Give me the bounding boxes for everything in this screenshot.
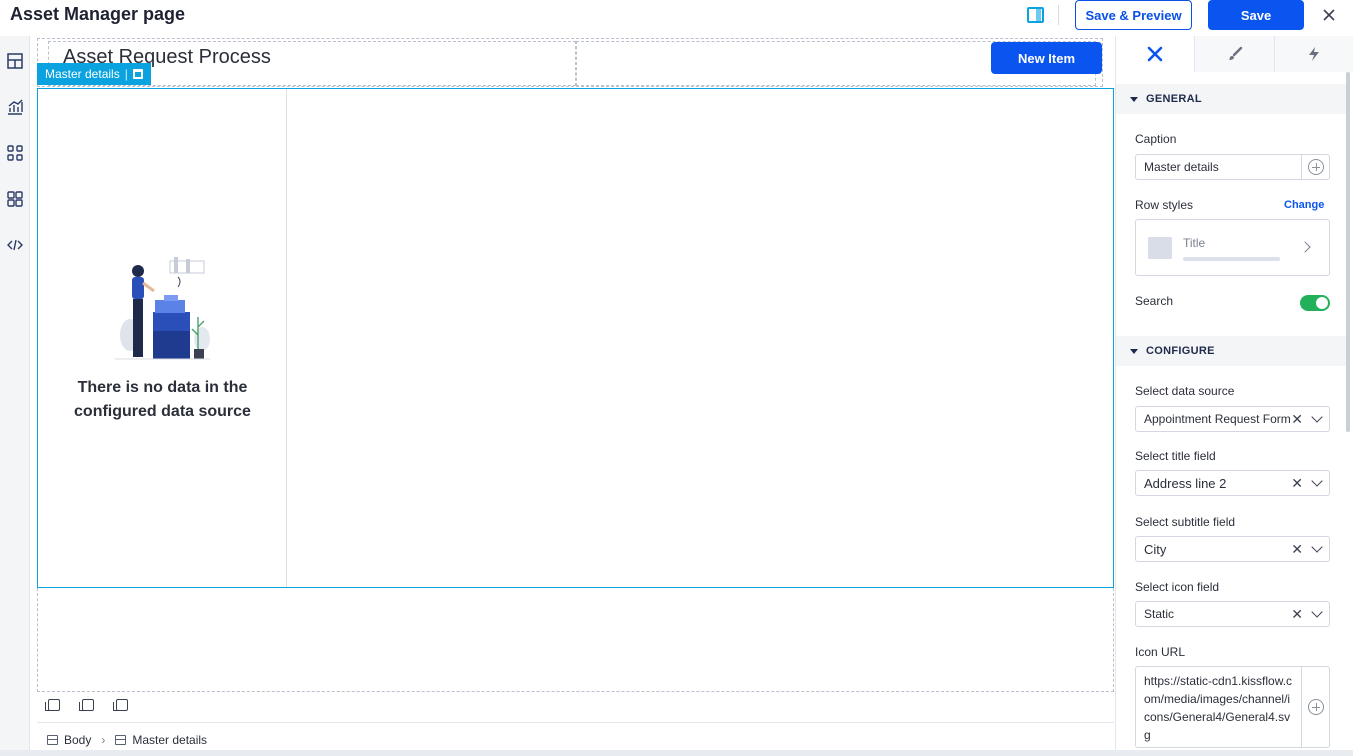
row-style-preview[interactable]: Title bbox=[1135, 219, 1330, 276]
new-item-button[interactable]: New Item bbox=[991, 42, 1102, 74]
delete-icon[interactable] bbox=[132, 69, 143, 79]
duplicate-icon[interactable] bbox=[45, 699, 60, 711]
icon-field-label: Select icon field bbox=[1135, 580, 1220, 594]
breadcrumb-master-details[interactable]: Master details bbox=[132, 733, 207, 747]
master-list-pane: There is no data in the configured data … bbox=[38, 89, 287, 587]
row-style-swatch bbox=[1148, 237, 1172, 259]
clear-icon[interactable]: ✕ bbox=[1291, 411, 1303, 428]
configure-section-title: CONFIGURE bbox=[1146, 345, 1215, 357]
master-details-tag-label: Master details bbox=[45, 67, 120, 81]
clear-icon[interactable]: ✕ bbox=[1291, 606, 1303, 623]
change-row-style-link[interactable]: Change bbox=[1284, 199, 1324, 211]
configure-section-header[interactable]: CONFIGURE bbox=[1116, 336, 1346, 366]
properties-panel: GENERAL Caption Master details Row style… bbox=[1115, 36, 1353, 756]
grid-icon[interactable] bbox=[6, 190, 24, 208]
search-label: Search bbox=[1135, 294, 1174, 308]
icon-field-value: Static bbox=[1144, 607, 1175, 621]
tag-separator: | bbox=[124, 67, 128, 81]
title-field-value: Address line 2 bbox=[1144, 475, 1227, 491]
icon-url-label: Icon URL bbox=[1135, 645, 1186, 659]
chevron-right-icon bbox=[1299, 241, 1311, 253]
panel-scrollbar[interactable] bbox=[1346, 72, 1350, 432]
tab-settings[interactable] bbox=[1116, 36, 1196, 72]
row-style-title: Title bbox=[1183, 236, 1206, 250]
brush-icon bbox=[1228, 46, 1242, 60]
title-field-select[interactable]: Address line 2 ✕ bbox=[1135, 470, 1330, 496]
breadcrumb-body[interactable]: Body bbox=[64, 733, 91, 747]
chevron-down-icon[interactable] bbox=[1311, 606, 1323, 618]
chevron-down-icon[interactable] bbox=[1311, 541, 1323, 553]
paste-icon[interactable] bbox=[113, 699, 128, 711]
left-rail bbox=[0, 36, 30, 756]
canvas-toolbar bbox=[45, 699, 128, 711]
components-icon[interactable] bbox=[6, 144, 24, 162]
plus-circle-icon bbox=[1307, 699, 1324, 715]
tab-events[interactable] bbox=[1274, 36, 1353, 72]
caption-value: Master details bbox=[1144, 160, 1219, 174]
master-details-tag[interactable]: Master details | bbox=[37, 63, 151, 85]
data-source-select[interactable]: Appointment Request Form ✕ bbox=[1135, 406, 1330, 432]
save-button[interactable]: Save bbox=[1208, 0, 1304, 30]
panel-tabs bbox=[1116, 36, 1353, 72]
tools-icon bbox=[1147, 46, 1163, 62]
search-toggle[interactable] bbox=[1300, 295, 1330, 311]
chart-icon[interactable] bbox=[6, 98, 24, 116]
chevron-down-icon[interactable] bbox=[1311, 475, 1323, 487]
caption-field[interactable]: Master details bbox=[1135, 154, 1330, 180]
horizontal-scrollbar[interactable] bbox=[0, 750, 1353, 756]
copy-icon[interactable] bbox=[79, 699, 94, 711]
clear-icon[interactable]: ✕ bbox=[1291, 475, 1303, 492]
close-icon[interactable] bbox=[1321, 7, 1337, 23]
master-details-icon bbox=[115, 734, 127, 745]
icon-url-value: https://static-cdn1.kissflow.com/media/i… bbox=[1144, 674, 1293, 742]
layout-panel-icon[interactable] bbox=[1027, 7, 1044, 23]
page-title: Asset Manager page bbox=[10, 4, 186, 24]
code-icon[interactable] bbox=[6, 236, 24, 254]
general-section-title: GENERAL bbox=[1146, 93, 1202, 105]
caret-down-icon bbox=[1130, 348, 1138, 354]
row-styles-label: Row styles bbox=[1135, 198, 1194, 212]
page-canvas: Asset Request Process New Item Master de… bbox=[30, 36, 1115, 756]
general-section-header[interactable]: GENERAL bbox=[1116, 84, 1346, 114]
divider bbox=[1058, 5, 1059, 25]
tab-style[interactable] bbox=[1195, 36, 1275, 72]
save-preview-button[interactable]: Save & Preview bbox=[1075, 0, 1192, 30]
empty-state-illustration bbox=[115, 257, 210, 360]
subtitle-field-label: Select subtitle field bbox=[1135, 515, 1236, 529]
subtitle-field-value: City bbox=[1144, 541, 1167, 557]
icon-url-field[interactable]: https://static-cdn1.kissflow.com/media/i… bbox=[1135, 666, 1330, 748]
icon-url-add-button[interactable] bbox=[1301, 667, 1329, 747]
subtitle-field-select[interactable]: City ✕ bbox=[1135, 536, 1330, 562]
header-row[interactable]: Asset Request Process New Item bbox=[37, 38, 1103, 87]
master-details-component[interactable]: There is no data in the configured data … bbox=[37, 88, 1114, 588]
top-bar: Asset Manager page Save & Preview Save bbox=[0, 0, 1353, 36]
clear-icon[interactable]: ✕ bbox=[1291, 541, 1303, 558]
icon-field-select[interactable]: Static ✕ bbox=[1135, 601, 1330, 627]
data-source-value: Appointment Request Form bbox=[1144, 412, 1291, 426]
body-icon bbox=[47, 734, 58, 745]
row-style-subtitle-bar bbox=[1183, 257, 1280, 261]
caret-down-icon bbox=[1130, 96, 1138, 102]
caption-label: Caption bbox=[1135, 132, 1177, 146]
data-source-label: Select data source bbox=[1135, 384, 1235, 398]
layout-icon[interactable] bbox=[6, 52, 24, 70]
empty-state-message: There is no data in the configured data … bbox=[74, 379, 251, 420]
chevron-down-icon[interactable] bbox=[1311, 411, 1323, 423]
title-field-label: Select title field bbox=[1135, 449, 1216, 463]
lightning-icon bbox=[1309, 47, 1320, 61]
empty-row-dropzone[interactable] bbox=[37, 588, 1114, 692]
caption-add-button[interactable] bbox=[1301, 155, 1329, 179]
plus-circle-icon bbox=[1307, 159, 1324, 175]
chevron-right-icon: › bbox=[101, 732, 106, 747]
